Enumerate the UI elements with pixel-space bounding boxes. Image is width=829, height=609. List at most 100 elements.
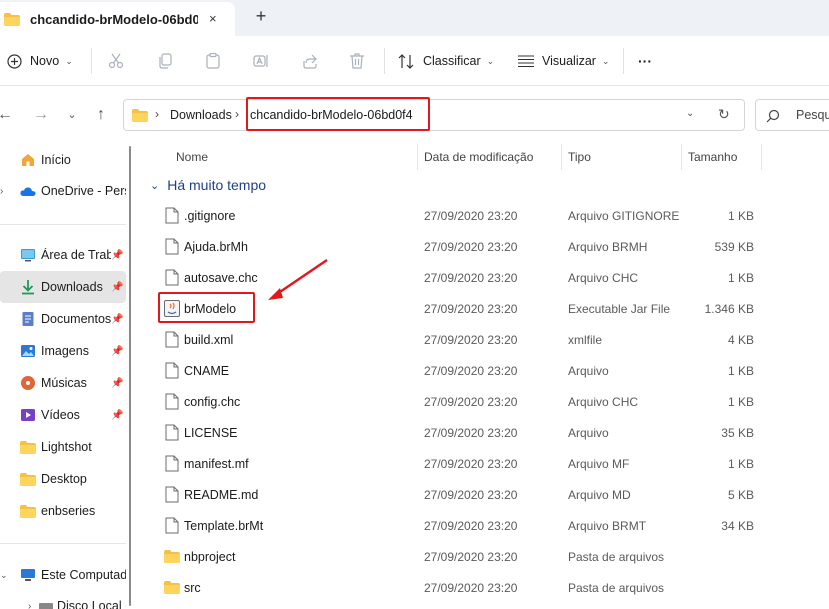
sidebar-item-label: Lightshot xyxy=(41,440,92,454)
column-header-size[interactable]: Tamanho xyxy=(688,144,737,170)
table-row[interactable]: manifest.mf 27/09/2020 23:20 Arquivo MF 1 K… xyxy=(140,448,829,479)
sidebar-item-documentos[interactable]: Documentos 📌 xyxy=(0,303,126,335)
cut-icon[interactable] xyxy=(106,51,126,71)
file-type: Pasta de arquivos xyxy=(568,550,665,564)
paste-icon[interactable] xyxy=(203,51,223,71)
sidebar-item-area-de-trabalho[interactable]: Área de Traba 📌 xyxy=(0,239,126,271)
file-date: 27/09/2020 23:20 xyxy=(424,457,518,471)
chevron-down-icon: ⌄ xyxy=(601,55,610,66)
rename-icon[interactable] xyxy=(251,51,271,71)
file-date: 27/09/2020 23:20 xyxy=(424,364,518,378)
address-bar[interactable]: › Downloads › chcandido-brModelo-06bd0f4… xyxy=(123,99,745,131)
table-row[interactable]: LICENSE 27/09/2020 23:20 Arquivo 35 KB xyxy=(140,417,829,448)
file-type: Arquivo BRMH xyxy=(568,240,648,254)
chevron-right-icon[interactable]: › xyxy=(28,601,31,609)
file-date: 27/09/2020 23:20 xyxy=(424,271,518,285)
copy-icon[interactable] xyxy=(155,51,175,71)
file-icon xyxy=(165,517,179,534)
file-date: 27/09/2020 23:20 xyxy=(424,240,518,254)
file-size: 1 KB xyxy=(727,395,754,409)
title-bar: chcandido-brModelo-06bd0f4 × + xyxy=(0,0,829,36)
sort-button[interactable]: Classificar ⌄ xyxy=(398,36,494,86)
sidebar-item-lightshot[interactable]: Lightshot xyxy=(0,431,126,463)
folder-icon xyxy=(20,440,36,454)
file-type: xmlfile xyxy=(568,333,603,347)
back-arrow-icon[interactable]: ← xyxy=(0,106,15,124)
share-icon[interactable] xyxy=(300,51,320,71)
search-placeholder: Pesqu xyxy=(796,108,829,122)
search-box[interactable]: Pesqu xyxy=(755,99,829,131)
chevron-right-icon[interactable]: › xyxy=(0,186,3,197)
file-date: 27/09/2020 23:20 xyxy=(424,581,518,595)
table-row[interactable]: README.md 27/09/2020 23:20 Arquivo MD 5 KB xyxy=(140,479,829,510)
table-row[interactable]: CNAME 27/09/2020 23:20 Arquivo 1 KB xyxy=(140,355,829,386)
address-history-chevron-icon[interactable]: ⌄ xyxy=(686,108,694,119)
annotation-arrow-icon xyxy=(268,258,328,300)
table-row[interactable]: config.chc 27/09/2020 23:20 Arquivo CHC 1 K… xyxy=(140,386,829,417)
column-divider[interactable] xyxy=(417,144,418,170)
sidebar-item-onedrive[interactable]: › OneDrive - Pers xyxy=(0,175,126,207)
table-row[interactable]: src 27/09/2020 23:20 Pasta de arquivos xyxy=(140,572,829,603)
file-date: 27/09/2020 23:20 xyxy=(424,519,518,533)
column-divider[interactable] xyxy=(681,144,682,170)
navigation-pane: Início › OneDrive - Pers Área de Traba 📌… xyxy=(0,144,126,609)
pin-icon: 📌 xyxy=(111,409,124,421)
sidebar-scrollbar[interactable] xyxy=(126,144,136,609)
close-icon[interactable]: × xyxy=(209,11,217,26)
file-name: Template.brMt xyxy=(184,519,264,533)
file-type: Arquivo GITIGNORE xyxy=(568,209,680,223)
sidebar-item-downloads[interactable]: Downloads 📌 xyxy=(0,271,126,303)
breadcrumb-separator-icon[interactable]: › xyxy=(155,107,159,121)
refresh-icon[interactable]: ↻ xyxy=(718,106,730,123)
forward-arrow-icon[interactable]: → xyxy=(31,106,51,124)
recent-locations-chevron-icon[interactable]: ⌄ xyxy=(62,108,82,121)
column-header-name[interactable]: Nome xyxy=(176,144,208,170)
column-header-date[interactable]: Data de modificação xyxy=(424,144,533,170)
chevron-down-icon[interactable]: ⌄ xyxy=(150,179,159,192)
sidebar-item-disco-local[interactable]: › Disco Local (C xyxy=(8,590,126,609)
desktop-icon xyxy=(21,249,35,262)
file-date: 27/09/2020 23:20 xyxy=(424,426,518,440)
sidebar-item-inicio[interactable]: Início xyxy=(0,144,126,176)
download-icon xyxy=(22,280,34,295)
scrollbar-thumb[interactable] xyxy=(129,146,131,606)
file-size: 539 KB xyxy=(714,240,754,254)
file-type: Arquivo xyxy=(568,364,609,378)
delete-icon[interactable] xyxy=(347,51,367,71)
command-bar: Novo ⌄ Classificar ⌄ Visualizar ⌄ ··· xyxy=(0,36,829,86)
new-button[interactable]: Novo ⌄ xyxy=(7,36,73,86)
sidebar-item-este-computador[interactable]: ⌄ Este Computador xyxy=(0,559,126,591)
sidebar-item-musicas[interactable]: Músicas 📌 xyxy=(0,367,126,399)
sidebar-item-enbseries[interactable]: enbseries xyxy=(0,495,126,527)
pin-icon: 📌 xyxy=(111,345,124,357)
file-name: LICENSE xyxy=(184,426,238,440)
table-row[interactable]: build.xml 27/09/2020 23:20 xmlfile 4 KB xyxy=(140,324,829,355)
document-icon xyxy=(22,312,34,326)
more-options-button[interactable]: ··· xyxy=(638,36,652,86)
table-row[interactable]: .gitignore 27/09/2020 23:20 Arquivo GITIGN… xyxy=(140,200,829,231)
chevron-down-icon[interactable]: ⌄ xyxy=(0,570,8,581)
table-row[interactable]: Ajuda.brMh 27/09/2020 23:20 Arquivo BRMH 53… xyxy=(140,231,829,262)
cloud-icon xyxy=(20,187,36,196)
file-name: CNAME xyxy=(184,364,230,378)
sidebar-item-desktop[interactable]: Desktop xyxy=(0,463,126,495)
table-row[interactable]: nbproject 27/09/2020 23:20 Pasta de arquiv… xyxy=(140,541,829,572)
chevron-down-icon: ⌄ xyxy=(65,55,73,66)
column-divider[interactable] xyxy=(561,144,562,170)
table-row[interactable]: Template.brMt 27/09/2020 23:20 Arquivo BRM… xyxy=(140,510,829,541)
breadcrumb-separator-icon[interactable]: › xyxy=(235,107,239,121)
column-header-type[interactable]: Tipo xyxy=(568,144,591,170)
sidebar-item-imagens[interactable]: Imagens 📌 xyxy=(0,335,126,367)
sidebar-item-videos[interactable]: Vídeos 📌 xyxy=(0,399,126,431)
view-button[interactable]: Visualizar ⌄ xyxy=(518,36,610,86)
up-arrow-icon[interactable]: ↑ xyxy=(91,106,111,124)
breadcrumb-downloads[interactable]: Downloads xyxy=(170,108,232,122)
new-tab-button[interactable]: + xyxy=(251,6,271,27)
tab-current-folder[interactable]: chcandido-brModelo-06bd0f4 × xyxy=(0,2,235,36)
chevron-down-icon: ⌄ xyxy=(486,55,495,66)
file-size: 1.346 KB xyxy=(704,302,754,316)
table-row[interactable]: autosave.chc 27/09/2020 23:20 Arquivo CHC 1… xyxy=(140,262,829,293)
column-divider[interactable] xyxy=(761,144,762,170)
group-header[interactable]: ⌄ Há muito tempo xyxy=(150,177,266,193)
file-name: manifest.mf xyxy=(184,457,249,471)
